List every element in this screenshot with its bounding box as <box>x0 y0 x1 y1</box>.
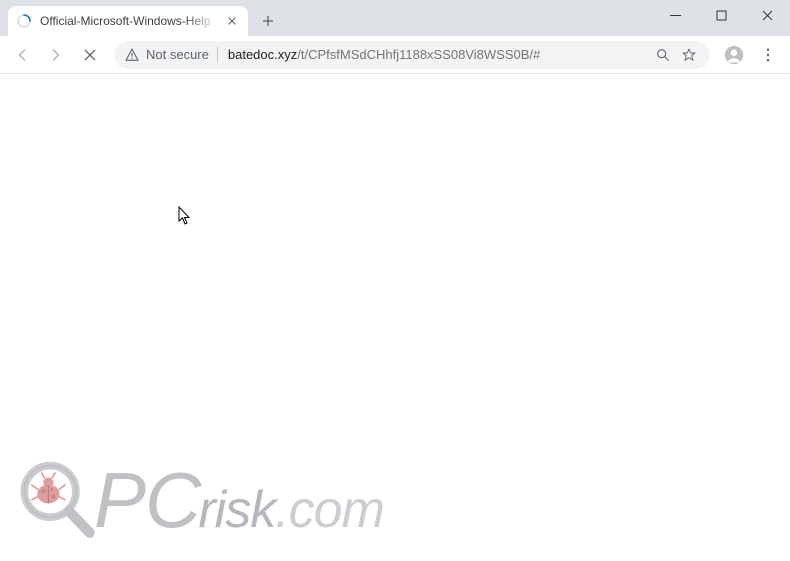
menu-button[interactable] <box>752 39 784 71</box>
bookmark-star-icon[interactable] <box>678 44 700 66</box>
url-text: batedoc.xyz/t/CPfsfMSdCHhfj1188xSS08Vi8W… <box>228 47 648 62</box>
url-host: batedoc.xyz <box>228 47 297 62</box>
maximize-button[interactable] <box>698 0 744 30</box>
zoom-icon[interactable] <box>652 44 674 66</box>
browser-tab[interactable]: Official-Microsoft-Windows-Help <box>8 6 248 36</box>
watermark-logo: PC risk .com <box>14 457 384 543</box>
url-path: /t/CPfsfMSdCHhfj1188xSS08Vi8WSS0B/# <box>297 47 540 62</box>
minimize-button[interactable] <box>652 0 698 30</box>
new-tab-button[interactable] <box>254 7 282 35</box>
forward-button[interactable] <box>40 39 72 71</box>
address-bar[interactable]: Not secure batedoc.xyz/t/CPfsfMSdCHhfj11… <box>114 41 710 69</box>
watermark-text: PC risk .com <box>94 469 384 532</box>
security-label: Not secure <box>146 47 209 62</box>
back-button[interactable] <box>6 39 38 71</box>
profile-avatar-icon[interactable] <box>718 39 750 71</box>
watermark-risk: risk <box>198 490 275 532</box>
loading-spinner-icon <box>16 13 32 29</box>
not-secure-icon <box>124 47 140 63</box>
toolbar: Not secure batedoc.xyz/t/CPfsfMSdCHhfj11… <box>0 36 790 74</box>
omnibox-divider <box>217 47 218 63</box>
close-button[interactable] <box>744 0 790 30</box>
stop-reload-button[interactable] <box>74 39 106 71</box>
watermark-pc: PC <box>94 469 200 531</box>
tab-close-icon[interactable] <box>224 13 240 29</box>
window-controls <box>652 0 790 30</box>
magnifier-bug-icon <box>14 457 100 543</box>
watermark-com: .com <box>275 490 384 532</box>
tab-title: Official-Microsoft-Windows-Help <box>40 14 220 28</box>
